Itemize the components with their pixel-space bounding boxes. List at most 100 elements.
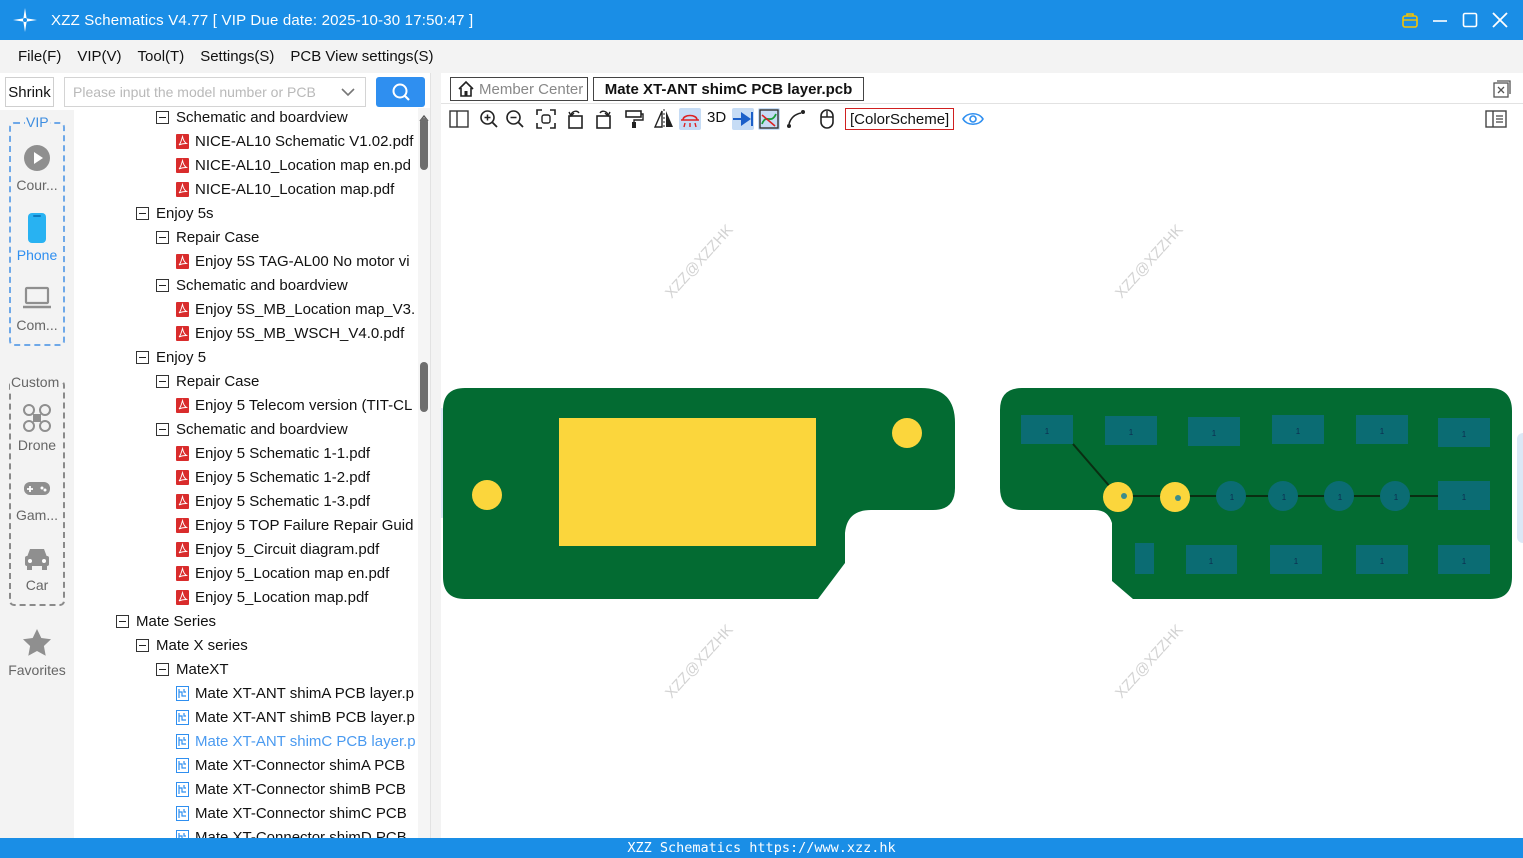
category-games[interactable]: Gam...	[4, 473, 70, 523]
scroll-thumb[interactable]	[420, 118, 428, 170]
tree-file[interactable]: Enjoy 5 TOP Failure Repair Guid	[176, 513, 413, 537]
visibility-button[interactable]	[962, 108, 984, 130]
menu-settings[interactable]: Settings(S)	[200, 48, 274, 65]
vip-bag-icon[interactable]	[1401, 11, 1419, 29]
tree-scrollbar[interactable]	[418, 108, 430, 838]
tree-file[interactable]: Mate XT-ANT shimB PCB layer.p	[176, 705, 415, 729]
category-computer[interactable]: Com...	[4, 283, 70, 333]
pcb-board-outline[interactable]	[1000, 388, 1512, 599]
probe-button[interactable]	[679, 108, 701, 130]
tree-file[interactable]: Mate XT-ANT shimA PCB layer.p	[176, 681, 414, 705]
tree-file[interactable]: Enjoy 5S_MB_WSCH_V4.0.pdf	[176, 321, 404, 345]
net-highlight-button[interactable]	[758, 108, 780, 130]
pcb-pad-round[interactable]	[892, 418, 922, 448]
zoom-out-button[interactable]	[504, 108, 526, 130]
menu-file[interactable]: File(F)	[18, 48, 61, 65]
category-courses[interactable]: Cour...	[4, 143, 70, 193]
tree-folder[interactable]: Repair Case	[156, 225, 259, 249]
menu-vip[interactable]: VIP(V)	[77, 48, 121, 65]
collapse-icon[interactable]	[156, 422, 169, 436]
scroll-thumb[interactable]	[420, 362, 428, 412]
tree-folder[interactable]: Repair Case	[156, 369, 259, 393]
search-input[interactable]	[64, 77, 366, 107]
tree-file[interactable]: Enjoy 5_Circuit diagram.pdf	[176, 537, 379, 561]
menu-tool[interactable]: Tool(T)	[138, 48, 185, 65]
collapse-icon[interactable]	[156, 230, 169, 244]
panel-splitter[interactable]	[430, 73, 441, 838]
tree-folder[interactable]: Enjoy 5	[136, 345, 206, 369]
collapse-icon[interactable]	[116, 614, 129, 628]
collapse-icon[interactable]	[156, 374, 169, 388]
tree-folder[interactable]: Mate X series	[136, 633, 248, 657]
mirror-button[interactable]	[653, 108, 675, 130]
tree-file[interactable]: Mate XT-Connector shimA PCB	[176, 753, 405, 777]
pcb-pad-round[interactable]	[472, 480, 502, 510]
search-button[interactable]	[376, 77, 425, 107]
pcb-pad-label: 1	[1294, 557, 1299, 566]
pcb-drill[interactable]	[1121, 493, 1127, 499]
pcb-pad-label: 1	[1394, 493, 1399, 502]
tree-folder[interactable]: Schematic and boardview	[156, 417, 348, 441]
tree-folder[interactable]: Mate Series	[116, 609, 216, 633]
pcb-pad-label: 1	[1230, 493, 1235, 502]
tree-file[interactable]: Enjoy 5 Schematic 1-2.pdf	[176, 465, 370, 489]
collapse-icon[interactable]	[156, 278, 169, 292]
collapse-icon[interactable]	[136, 206, 149, 220]
minimize-icon[interactable]	[1431, 11, 1449, 29]
pcb-pad-large[interactable]	[559, 418, 816, 546]
shrink-button[interactable]: Shrink	[5, 77, 54, 107]
tree-item-label: NICE-AL10 Schematic V1.02.pdf	[195, 132, 414, 150]
close-all-tabs-icon[interactable]	[1493, 80, 1511, 98]
tree-file[interactable]: NICE-AL10_Location map en.pd	[176, 153, 411, 177]
tree-file[interactable]: Mate XT-Connector shimB PCB	[176, 777, 406, 801]
tree-file[interactable]: Enjoy 5 Schematic 1-1.pdf	[176, 441, 370, 465]
collapse-icon[interactable]	[156, 662, 169, 676]
arrow-button[interactable]	[732, 108, 754, 130]
tree-file[interactable]: Enjoy 5S TAG-AL00 No motor vi	[176, 249, 410, 273]
tree-folder[interactable]: Enjoy 5s	[136, 201, 214, 225]
tree-folder[interactable]: Schematic and boardview	[156, 108, 348, 129]
pcb-board-view[interactable]: 1 1 1 1 1 1 1 1 1 1 1 1 1 1 1	[441, 133, 1523, 838]
pcb-drill[interactable]	[1175, 495, 1181, 501]
tree-file[interactable]: Mate XT-Connector shimD PCB	[176, 825, 407, 838]
collapse-icon[interactable]	[136, 350, 149, 364]
category-drone[interactable]: Drone	[4, 403, 70, 453]
pcb-pad-round[interactable]	[1160, 482, 1190, 512]
collapse-icon[interactable]	[136, 638, 149, 652]
tree-folder[interactable]: Schematic and boardview	[156, 273, 348, 297]
close-icon[interactable]	[1491, 11, 1509, 29]
layout-button[interactable]	[448, 108, 470, 130]
category-favorites[interactable]: Favorites	[4, 628, 70, 678]
tree-file[interactable]: Enjoy 5 Telecom version (TIT-CL	[176, 393, 412, 417]
tree-file[interactable]: Enjoy 5 Schematic 1-3.pdf	[176, 489, 370, 513]
zoom-in-button[interactable]	[478, 108, 500, 130]
tree-file[interactable]: Mate XT-ANT shimC PCB layer.p	[176, 729, 416, 753]
tree-file[interactable]: Enjoy 5S_MB_Location map_V3.	[176, 297, 415, 321]
format-painter-button[interactable]	[623, 108, 645, 130]
category-phone[interactable]: Phone	[4, 213, 70, 263]
rotate-right-button[interactable]	[592, 108, 614, 130]
pcb-pad-round[interactable]	[1103, 482, 1133, 512]
tab-pcb-file[interactable]: Mate XT-ANT shimC PCB layer.pcb	[593, 77, 864, 101]
tree-file[interactable]: Mate XT-Connector shimC PCB	[176, 801, 407, 825]
tree-file[interactable]: Enjoy 5_Location map en.pdf	[176, 561, 389, 585]
color-scheme-button[interactable]: [ColorScheme]	[845, 108, 955, 130]
trace-button[interactable]	[785, 108, 807, 130]
3d-view-button[interactable]: 3D	[707, 109, 726, 126]
tree-file[interactable]: NICE-AL10 Schematic V1.02.pdf	[176, 129, 413, 153]
fit-view-button[interactable]	[535, 108, 557, 130]
pcb-canvas[interactable]: XZZ@XZZHK XZZ@XZZHK XZZ@XZZHK XZZ@XZZHK …	[441, 133, 1523, 838]
menu-pcb-view-settings[interactable]: PCB View settings(S)	[290, 48, 433, 65]
pcb-smd-pad[interactable]	[1135, 543, 1154, 574]
tree-file[interactable]: NICE-AL10_Location map.pdf	[176, 177, 394, 201]
tree-folder[interactable]: MateXT	[156, 657, 229, 681]
maximize-icon[interactable]	[1461, 11, 1479, 29]
side-panel-icon[interactable]	[1485, 110, 1507, 128]
collapse-icon[interactable]	[156, 110, 169, 124]
chevron-down-icon[interactable]	[340, 84, 356, 100]
tree-file[interactable]: Enjoy 5_Location map.pdf	[176, 585, 368, 609]
tab-member-center[interactable]: Member Center	[450, 77, 588, 101]
mouse-button[interactable]	[816, 108, 838, 130]
rotate-left-button[interactable]	[565, 108, 587, 130]
category-car[interactable]: Car	[4, 543, 70, 593]
